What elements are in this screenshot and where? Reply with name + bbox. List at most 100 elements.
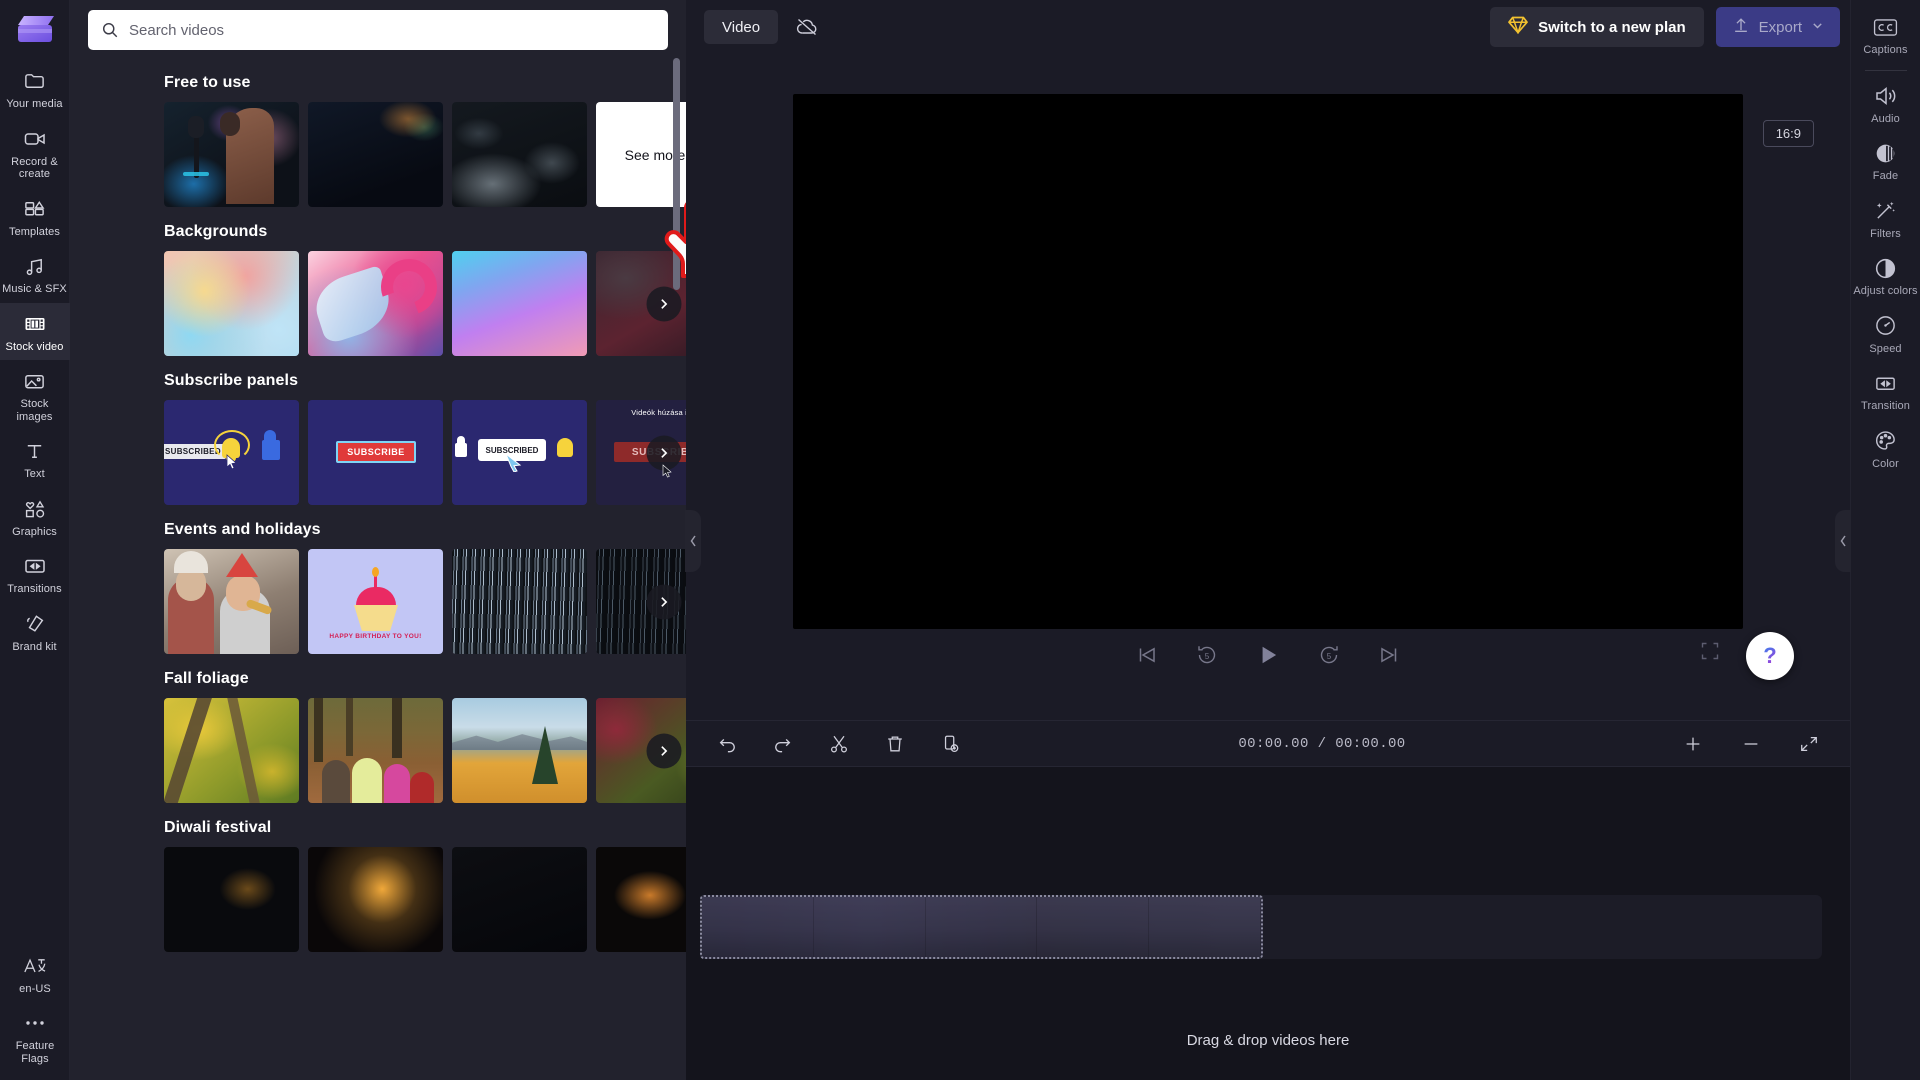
tile-pastel-swirl[interactable] [164, 251, 299, 356]
tile-dark-texture[interactable] [452, 102, 587, 207]
timeline: 00:00.00 / 00:00.00 Drag & drop videos h… [686, 720, 1850, 1080]
property-adjust-colors[interactable]: Adjust colors [1851, 247, 1920, 305]
sidebar-item-templates[interactable]: Templates [0, 188, 70, 246]
tile-dark-night[interactable] [452, 847, 587, 952]
property-label: Speed [1869, 342, 1902, 355]
next-page-button[interactable] [646, 584, 681, 619]
shapes-icon [23, 497, 47, 521]
sidebar-item-language[interactable]: en-US [0, 945, 70, 1003]
panel-scrollbar[interactable] [673, 58, 680, 290]
undo-icon[interactable] [710, 727, 744, 761]
collapse-right-panel-button[interactable] [1835, 510, 1851, 572]
tile-happy-birthday-cupcake[interactable]: HAPPY BIRTHDAY TO YOU! [308, 549, 443, 654]
panel-scroll-region[interactable]: Free to use See more Backgrounds Subscri… [70, 58, 686, 1080]
music-note-icon [23, 254, 46, 278]
tile-pink-ribbon-3d[interactable] [308, 251, 443, 356]
export-button[interactable]: Export [1715, 7, 1840, 47]
section-events-holidays: Events and holidays HAPPY BIRTHDAY TO YO… [88, 521, 686, 654]
sidebar-item-music-sfx[interactable]: Music & SFX [0, 245, 70, 303]
thumbnail-row [164, 698, 686, 803]
stock-video-panel: Free to use [70, 0, 686, 1080]
delete-trash-icon[interactable] [878, 727, 912, 761]
main-area: Video Switch to a new plan Export 16:9 5… [685, 0, 1851, 1080]
search-box[interactable] [88, 10, 668, 50]
tile-fall-next[interactable] [596, 698, 686, 803]
skip-to-start-icon[interactable] [1135, 643, 1159, 667]
switch-plan-button[interactable]: Switch to a new plan [1490, 7, 1704, 47]
timeline-body[interactable]: Drag & drop videos here [686, 766, 1850, 1080]
redo-icon[interactable] [766, 727, 800, 761]
sidebar-item-stock-images[interactable]: Stock images [0, 360, 70, 430]
tile-yellow-leaves-branch[interactable] [164, 698, 299, 803]
section-free-to-use: Free to use See more [88, 74, 686, 207]
clapperboard-logo[interactable] [13, 12, 57, 46]
split-scissors-icon[interactable] [822, 727, 856, 761]
sidebar-item-feature-flags[interactable]: Feature Flags [0, 1002, 70, 1072]
timeline-zoom-controls [1676, 727, 1826, 761]
sidebar-item-brand-kit[interactable]: Brand kit [0, 603, 70, 661]
search-input[interactable] [129, 21, 655, 39]
property-color[interactable]: Color [1851, 420, 1920, 478]
tile-silver-tinsel[interactable] [452, 549, 587, 654]
next-page-button[interactable] [646, 733, 681, 768]
duplicate-icon[interactable] [934, 727, 968, 761]
tile-subscribe-panels-next[interactable]: Videók húzása ide SUBSCRIBE [596, 400, 686, 505]
speaker-icon [1874, 84, 1898, 108]
tile-subscribed-bell[interactable]: SUBSCRIBED [164, 400, 299, 505]
tile-party-family[interactable] [164, 549, 299, 654]
timeline-toolbar: 00:00.00 / 00:00.00 [686, 720, 1850, 766]
sidebar-item-transitions[interactable]: Transitions [0, 545, 70, 603]
collapse-left-panel-button[interactable] [685, 510, 701, 572]
video-tab[interactable]: Video [704, 10, 779, 44]
tile-subscribed-white-button[interactable]: SUBSCRIBED [452, 400, 587, 505]
cc-icon [1873, 15, 1898, 39]
property-label: Filters [1870, 227, 1901, 240]
tile-family-autumn-forest[interactable] [308, 698, 443, 803]
palette-icon [1874, 429, 1897, 453]
fit-timeline-icon[interactable] [1792, 727, 1826, 761]
help-button[interactable]: ? [1746, 632, 1794, 680]
next-page-button[interactable] [646, 286, 681, 321]
video-camera-icon [23, 127, 47, 151]
tile-dark-bokeh[interactable] [308, 102, 443, 207]
fade-icon [1874, 141, 1897, 165]
rewind-5-icon[interactable]: 5 [1195, 643, 1219, 667]
text-t-icon [23, 439, 46, 463]
zoom-out-icon[interactable] [1734, 727, 1768, 761]
play-icon[interactable] [1255, 642, 1281, 668]
tile-fireworks[interactable] [308, 847, 443, 952]
tile-events-next[interactable] [596, 549, 686, 654]
timeline-track-dropzone[interactable] [700, 895, 1822, 959]
property-transition[interactable]: Transition [1851, 362, 1920, 420]
skip-to-end-icon[interactable] [1377, 643, 1401, 667]
sidebar-item-label: Graphics [12, 525, 57, 538]
tile-blue-purple-gradient[interactable] [452, 251, 587, 356]
property-audio[interactable]: Audio [1851, 75, 1920, 133]
sidebar-item-label: Stock video [5, 340, 64, 353]
sidebar-item-stock-video[interactable]: Stock video [0, 302, 70, 360]
tile-podcast-microphone[interactable] [164, 102, 299, 207]
tile-sparkler[interactable] [596, 847, 686, 952]
thumbnail-row [164, 847, 686, 952]
sidebar-item-your-media[interactable]: Your media [0, 60, 70, 118]
sidebar-item-record-create[interactable]: Record & create [0, 118, 70, 188]
tile-subscribe-red-button[interactable]: SUBSCRIBE [308, 400, 443, 505]
forward-5-icon[interactable]: 5 [1317, 643, 1341, 667]
sidebar-item-graphics[interactable]: Graphics [0, 488, 70, 546]
property-fade[interactable]: Fade [1851, 132, 1920, 190]
tile-autumn-mountain-pine[interactable] [452, 698, 587, 803]
property-filters[interactable]: Filters [1851, 190, 1920, 248]
aspect-ratio-selector[interactable]: 16:9 [1762, 120, 1814, 147]
property-speed[interactable]: Speed [1851, 305, 1920, 363]
zoom-in-icon[interactable] [1676, 727, 1710, 761]
property-captions[interactable]: Captions [1851, 6, 1920, 64]
sidebar-item-label: en-US [19, 982, 51, 995]
cloud-off-icon[interactable] [790, 10, 824, 44]
svg-text:5: 5 [1205, 652, 1210, 661]
video-preview-canvas[interactable] [793, 94, 1743, 629]
sidebar-item-text[interactable]: Text [0, 430, 70, 488]
search-icon [101, 21, 119, 39]
tile-diya-lamp[interactable] [164, 847, 299, 952]
fullscreen-icon[interactable] [1700, 641, 1720, 666]
sidebar-item-label: Text [24, 468, 45, 480]
